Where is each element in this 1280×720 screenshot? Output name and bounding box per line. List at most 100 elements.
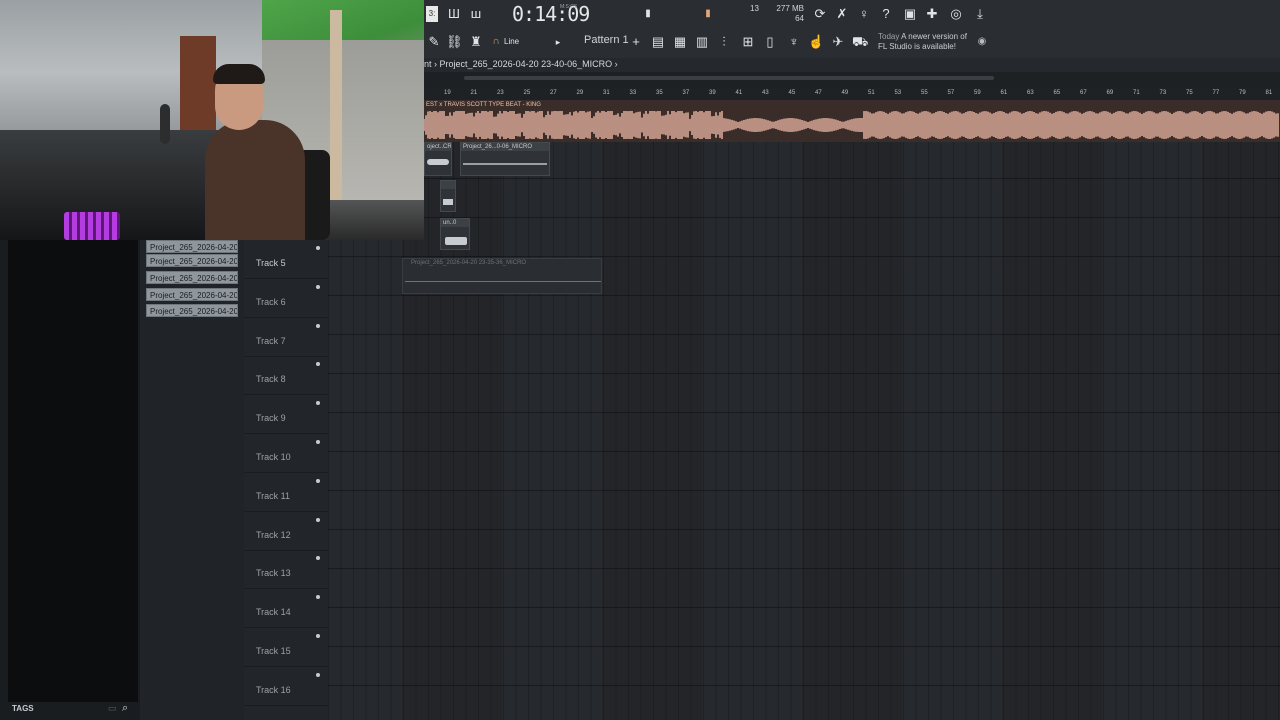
microphone-icon[interactable]: ♀ [856,6,872,22]
playlist-grid[interactable] [328,100,1280,720]
list-item[interactable]: Project_265_2026-04-20... [146,304,238,317]
browser-tree[interactable] [8,240,138,702]
audio-clip-ghost[interactable]: Project_265_2026-04-20 23-35-36_MICRO [402,258,602,294]
track-header[interactable]: Track 6 [244,279,328,318]
project-icon[interactable]: ▯ [762,34,778,50]
grid-shade-bar [1202,100,1280,720]
metronome-icon[interactable]: Ш [446,6,462,22]
daw-window: { "app": { "name": "FL Studio" }, "toolb… [0,0,1280,720]
timeline-ruler[interactable]: 19 21 23 25 27 29 31 33 35 37 39 41 43 45 47 49 51 53 55 57… [424,88,1280,100]
piano-roll-icon[interactable]: ▦ [672,34,688,50]
browser-icon[interactable]: ⊞ [740,34,756,50]
ruler-tick: 37 [682,90,690,96]
memory-bottom: 64 [795,14,804,23]
tools-icon[interactable]: ✈ [830,34,846,50]
list-item[interactable]: Project_265_2026-04-20... [146,288,238,301]
track-header[interactable]: Track 10 [244,434,328,473]
download-icon[interactable]: ⤓ [972,6,988,22]
track-label: Track 13 [256,568,291,579]
track-mute-dot[interactable] [316,440,320,444]
list-item[interactable]: Project_265_2026-04-20... [146,254,238,267]
track-label: Track 14 [256,607,291,618]
track-mute-dot[interactable] [316,401,320,406]
track-mute-dot[interactable] [316,595,320,600]
plugin-icon[interactable]: ✚ [924,6,940,22]
wait-icon[interactable]: ш [468,6,484,22]
plugin-db-icon[interactable]: ♆ [786,34,802,50]
horizontal-scrollbar[interactable] [464,76,994,80]
track-mute-dot[interactable] [316,672,320,677]
audio-clip-vocal-3[interactable]: un..0 [440,218,470,250]
song-time-display[interactable]: 0:14:09 [512,2,590,26]
volume-slider-icon[interactable]: ▮ [640,6,656,22]
track-mute-dot[interactable] [316,362,320,367]
track-mute-dot[interactable] [316,634,320,638]
touch-icon[interactable]: ☝ [808,34,824,50]
snap-selector[interactable]: Line [504,37,519,46]
pencil-icon[interactable]: ✎ [426,34,442,50]
track-label: Track 7 [256,335,286,346]
track-header[interactable]: Track 12 [244,512,328,551]
save-icon[interactable]: ▣ [902,6,918,22]
list-item[interactable]: Project_265_2026-04-20... [146,271,238,284]
track-header[interactable]: Track 9 [244,395,328,435]
track-mute-dot[interactable] [316,323,320,328]
channel-rack-icon[interactable]: ▥ [694,34,710,50]
list-item[interactable]: Project_265_2026-04-20... [146,240,238,253]
clip-waveform [424,111,1279,139]
track-header[interactable]: Track 14 [244,589,328,629]
close-icon[interactable]: ✗ [834,6,850,22]
playlist-title-bar: nt › Project_265_2026-04-20 23-40-06_MIC… [424,58,1280,72]
folder-icon[interactable]: ▭ [108,703,117,714]
ruler-tick: 27 [550,90,557,96]
audio-clip-vocal-1[interactable]: oject..CRO [424,142,452,176]
magnet-icon[interactable]: ∩ [488,34,504,50]
audio-clip-vocal-2[interactable]: Project_26...0-06_MICRO [460,142,550,176]
ruler-tick: 21 [470,90,478,96]
mixer-icon[interactable]: ⫶ [716,34,732,50]
ruler-tick: 55 [921,90,928,96]
cart-icon[interactable]: ⛟ [852,34,868,50]
breadcrumb[interactable]: nt › Project_265_2026-04-20 23-40-06_MIC… [424,59,618,69]
audio-clip-beat[interactable]: EST x TRAVIS SCOTT TYPE BEAT - KING [424,100,1280,142]
clip-title [441,181,455,189]
track-header[interactable]: Track 7 [244,318,328,357]
news-panel[interactable]: Today A newer version of FL Studio is av… [878,32,978,52]
globe-icon[interactable]: ◉ [974,34,990,50]
link-icon[interactable]: ⛓ [446,34,463,50]
clip-waveform [443,199,453,205]
memory-top: 277 MB [776,4,804,13]
track-label: Track 15 [256,646,291,656]
play-icon[interactable]: ▸ [550,34,566,50]
track-header[interactable]: Track 11 [244,473,328,512]
clip-title: Project_26...0-06_MICRO [461,143,549,151]
track-header[interactable]: Track 15 [244,628,328,667]
track-mute-dot[interactable] [316,556,320,561]
track-header[interactable]: Track 5 [244,240,328,279]
webcam-keypad [64,212,120,240]
add-pattern-icon[interactable]: + [628,34,644,50]
track-header[interactable]: Track 8 [244,356,328,396]
tags-label[interactable]: TAGS [12,704,34,713]
grid-shade-bar [1002,100,1102,720]
search-icon[interactable]: ⌕ [122,702,128,715]
chat-icon[interactable]: ◎ [948,6,964,22]
track-mute-dot[interactable] [316,246,320,250]
mode-toggle-icon[interactable]: 3: [426,6,438,22]
track-header[interactable]: Track 16 [244,667,328,706]
pitch-slider-icon[interactable]: ▮ [700,6,716,22]
stamp-icon[interactable]: ♜ [468,34,484,50]
track-mute-dot[interactable] [316,478,320,483]
ruler-tick: 39 [709,90,716,96]
news-today: Today [878,32,900,41]
help-icon[interactable]: ? [878,6,894,22]
playlist-icon[interactable]: ▤ [650,34,666,50]
pattern-selector[interactable]: Pattern 1 [584,34,629,46]
ruler-tick: 73 [1159,90,1167,96]
audio-clip-small[interactable] [440,180,456,212]
ruler-tick: 49 [841,90,849,96]
track-header[interactable]: Track 13 [244,550,328,590]
track-mute-dot[interactable] [316,284,320,289]
track-mute-dot[interactable] [316,517,320,522]
refresh-icon[interactable]: ⟳ [812,6,828,22]
